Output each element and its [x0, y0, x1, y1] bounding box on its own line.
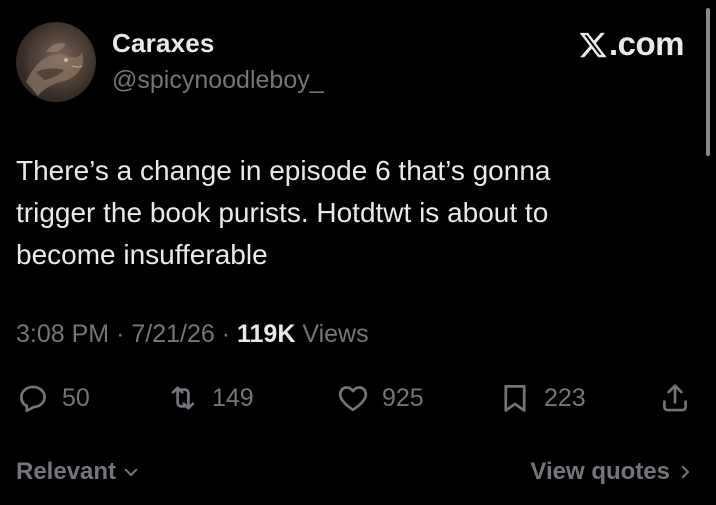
reply-count: 50 [62, 383, 90, 412]
bookmark-button[interactable]: 223 [498, 376, 586, 420]
reply-icon [20, 385, 46, 413]
tweet-header: Caraxes @spicynoodleboy_ .com [0, 0, 716, 120]
display-name[interactable]: Caraxes [112, 28, 215, 59]
bookmark-icon [504, 385, 526, 412]
like-button[interactable]: 925 [336, 376, 424, 420]
bookmark-count: 223 [544, 383, 586, 412]
meta-separator: · [221, 320, 231, 348]
share-icon [663, 384, 687, 412]
tweet-time[interactable]: 3:08 PM [16, 320, 109, 348]
repost-count: 149 [212, 383, 254, 412]
sort-label: Relevant [16, 458, 117, 485]
views-count: 119K [237, 320, 296, 348]
chevron-right-icon [681, 465, 689, 479]
tweet-date[interactable]: 7/21/26 [131, 320, 214, 348]
x-logo-icon [579, 32, 607, 58]
chevron-down-icon [124, 468, 138, 476]
tweet-text-line: become insufferable [16, 239, 268, 270]
brand-logo: .com [578, 25, 685, 63]
like-count: 925 [382, 383, 424, 412]
tweet-text: There’s a change in episode 6 that’s gon… [16, 150, 656, 276]
avatar[interactable] [16, 22, 96, 102]
meta-separator: · [116, 320, 125, 348]
replies-footer: Relevant View quotes [0, 452, 716, 492]
views-label: Views [302, 320, 369, 348]
view-quotes-link[interactable]: View quotes [530, 452, 694, 492]
sort-relevant-dropdown[interactable]: Relevant [16, 452, 140, 492]
share-button[interactable] [658, 376, 692, 420]
tweet-meta: 3:08 PM · 7/21/26 · 119K Views [16, 320, 369, 349]
scrollbar[interactable] [706, 8, 710, 156]
brand-domain: .com [608, 25, 685, 62]
user-handle[interactable]: @spicynoodleboy_ [112, 66, 324, 95]
repost-button[interactable]: 149 [166, 376, 254, 420]
view-quotes-label: View quotes [530, 458, 670, 485]
avatar-image [26, 43, 84, 96]
action-bar: 50 149 925 223 [0, 376, 716, 420]
tweet-text-line: There’s a change in episode 6 that’s gon… [16, 155, 551, 186]
repost-icon [171, 386, 195, 410]
reply-button[interactable]: 50 [16, 376, 90, 420]
like-icon [338, 386, 368, 412]
tweet-text-line: trigger the book purists. Hotdtwt is abo… [16, 197, 549, 228]
